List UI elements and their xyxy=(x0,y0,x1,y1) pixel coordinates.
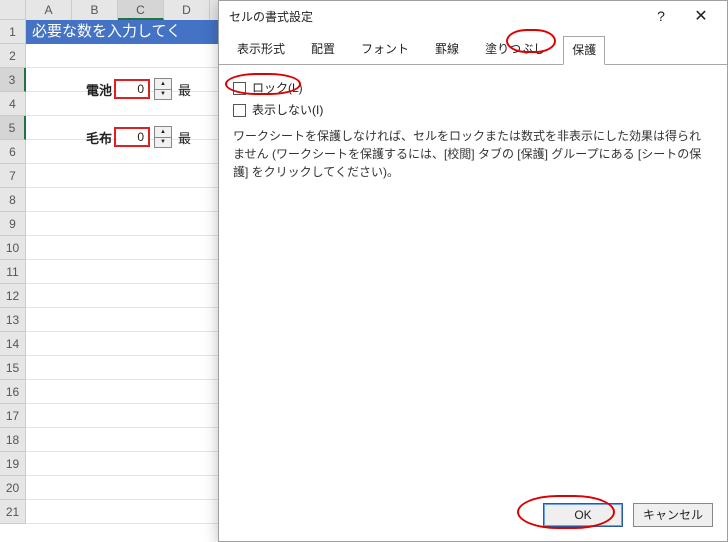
number-input[interactable]: 0 xyxy=(114,79,150,99)
spinner-down-icon[interactable]: ▼ xyxy=(155,138,171,148)
row-header[interactable]: 17 xyxy=(0,404,26,428)
column-header[interactable]: D xyxy=(164,0,210,20)
row-header[interactable]: 3 xyxy=(0,68,26,92)
spinner-control[interactable]: ▲ ▼ xyxy=(154,126,172,148)
row-header[interactable]: 13 xyxy=(0,308,26,332)
help-button[interactable]: ? xyxy=(641,2,681,30)
spinner-down-icon[interactable]: ▼ xyxy=(155,90,171,100)
row-headers: 123456789101112131415161718192021 xyxy=(0,20,26,524)
tab-protection[interactable]: 保護 xyxy=(563,36,605,65)
row-header[interactable]: 21 xyxy=(0,500,26,524)
row-header[interactable]: 15 xyxy=(0,356,26,380)
field-label: 電池 xyxy=(72,80,112,99)
checkbox-label: ロック(L) xyxy=(252,79,303,97)
select-all-corner[interactable] xyxy=(0,0,26,20)
row-header[interactable]: 1 xyxy=(0,20,26,44)
column-header[interactable]: B xyxy=(72,0,118,20)
row-header[interactable]: 16 xyxy=(0,380,26,404)
checkbox-label: 表示しない(I) xyxy=(252,101,323,119)
tab-alignment[interactable]: 配置 xyxy=(303,36,343,65)
field-tail: 最 xyxy=(178,80,191,99)
row-header[interactable]: 4 xyxy=(0,92,26,116)
checkbox-icon[interactable] xyxy=(233,104,246,117)
row-header[interactable]: 6 xyxy=(0,140,26,164)
row-header[interactable]: 18 xyxy=(0,428,26,452)
cancel-button[interactable]: キャンセル xyxy=(633,503,713,527)
dialog-button-row: OK キャンセル xyxy=(219,493,727,541)
spinner-up-icon[interactable]: ▲ xyxy=(155,127,171,138)
checkbox-icon[interactable] xyxy=(233,82,246,95)
spinner-control[interactable]: ▲ ▼ xyxy=(154,78,172,100)
field-row: 毛布 0 ▲ ▼ 最 xyxy=(72,126,191,148)
dialog-tabs: 表示形式 配置 フォント 罫線 塗りつぶし 保護 xyxy=(219,31,727,65)
row-header[interactable]: 5 xyxy=(0,116,26,140)
dialog-body: ロック(L) 表示しない(I) ワークシートを保護しなければ、セルをロックまたは… xyxy=(219,65,727,493)
row-header[interactable]: 10 xyxy=(0,236,26,260)
dialog-title: セルの書式設定 xyxy=(229,8,641,25)
tab-font[interactable]: フォント xyxy=(353,36,417,65)
row-header[interactable]: 2 xyxy=(0,44,26,68)
spinner-up-icon[interactable]: ▲ xyxy=(155,79,171,90)
field-row: 電池 0 ▲ ▼ 最 xyxy=(72,78,191,100)
number-input[interactable]: 0 xyxy=(114,127,150,147)
checkbox-hidden[interactable]: 表示しない(I) xyxy=(233,101,713,119)
tab-number-format[interactable]: 表示形式 xyxy=(229,36,293,65)
dialog-titlebar[interactable]: セルの書式設定 ? ✕ xyxy=(219,1,727,31)
tab-border[interactable]: 罫線 xyxy=(427,36,467,65)
protection-note: ワークシートを保護しなければ、セルをロックまたは数式を非表示にした効果は得られま… xyxy=(233,127,713,181)
row-header[interactable]: 7 xyxy=(0,164,26,188)
field-tail: 最 xyxy=(178,128,191,147)
close-button[interactable]: ✕ xyxy=(681,2,721,30)
ok-button[interactable]: OK xyxy=(543,503,623,527)
field-label: 毛布 xyxy=(72,128,112,147)
column-header[interactable]: C xyxy=(118,0,164,20)
column-header[interactable]: A xyxy=(26,0,72,20)
row-header[interactable]: 19 xyxy=(0,452,26,476)
row-header[interactable]: 20 xyxy=(0,476,26,500)
row-header[interactable]: 9 xyxy=(0,212,26,236)
row-header[interactable]: 12 xyxy=(0,284,26,308)
row-header[interactable]: 14 xyxy=(0,332,26,356)
format-cells-dialog: セルの書式設定 ? ✕ 表示形式 配置 フォント 罫線 塗りつぶし 保護 ロック… xyxy=(218,0,728,542)
checkbox-locked[interactable]: ロック(L) xyxy=(233,79,713,97)
tab-fill[interactable]: 塗りつぶし xyxy=(477,36,553,65)
row-header[interactable]: 8 xyxy=(0,188,26,212)
row-header[interactable]: 11 xyxy=(0,260,26,284)
